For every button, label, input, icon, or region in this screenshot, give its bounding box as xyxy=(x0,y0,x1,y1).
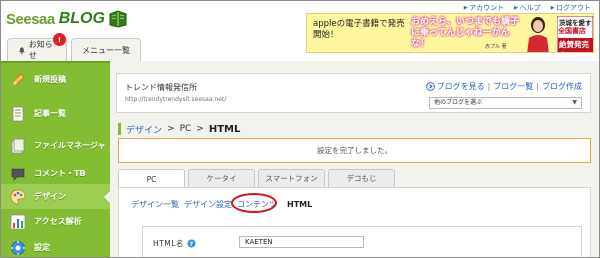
sidebar-item-posts[interactable]: 記事一覧 xyxy=(1,101,110,126)
book-icon xyxy=(109,10,127,28)
main-content: トレンド情報発信所 http://trendytrendysit.seesaa.… xyxy=(110,61,599,257)
sidebar-item-new-post[interactable]: 新規投稿 xyxy=(1,67,110,92)
tab-mobile[interactable]: ケータイ xyxy=(188,169,255,187)
logout-link[interactable]: ログアウト xyxy=(551,3,591,13)
design-subnav: デザイン一覧 デザイン設定 コンテンツ HTML xyxy=(131,193,317,213)
blog-url: http://trendytrendysit.seesaa.net/ xyxy=(125,96,227,103)
sidebar-item-label: デザイン xyxy=(34,192,66,201)
ad-badge-line3: 絶賛発売中 xyxy=(558,38,593,52)
breadcrumb-separator: > xyxy=(196,124,204,134)
sidebar-item-settings[interactable]: 設定 xyxy=(1,235,110,257)
tab-notices-label: お知らせ xyxy=(28,40,53,60)
tab-menu-list[interactable]: メニュー一覧 xyxy=(71,38,141,61)
subnav-current-html: HTML xyxy=(287,200,313,209)
html-name-row: HTML名 ? xyxy=(142,226,582,257)
logo-seesaa-text: Seesaa xyxy=(6,11,55,28)
sidebar-item-file-manager[interactable]: ファイルマネージャ xyxy=(1,133,110,158)
breadcrumb-design-link[interactable]: デザイン xyxy=(126,123,162,136)
seesaa-blog-logo[interactable]: Seesaa BLOG xyxy=(6,6,128,28)
design-list-link[interactable]: デザイン一覧 xyxy=(131,199,179,210)
bell-icon xyxy=(19,46,25,54)
view-blog-icon xyxy=(425,82,435,91)
ad-person-image xyxy=(527,17,549,52)
breadcrumb-separator: > xyxy=(167,124,175,134)
sidebar: 新規投稿 記事一覧 ファイルマネージャ コメント・TB デザイン アクセス解析 … xyxy=(1,61,110,257)
sidebar-item-label: ファイルマネージャ xyxy=(34,141,106,150)
screen: Seesaa BLOG アカウント ヘルプ ログアウト お知らせ ! xyxy=(0,0,600,258)
html-name-label-text: HTML名 xyxy=(153,239,184,248)
sidebar-item-label: コメント・TB xyxy=(34,169,86,178)
sidebar-item-label: 記事一覧 xyxy=(34,109,66,118)
help-icon[interactable]: ? xyxy=(187,239,196,248)
blog-list-link[interactable]: ブログ一覧 xyxy=(493,81,533,92)
success-message: 設定を完了しました。 xyxy=(118,138,591,163)
blog-links: ブログを見る | ブログ一覧 | ブログ作成 xyxy=(425,81,582,92)
sidebar-item-label: 新規投稿 xyxy=(34,75,66,84)
svg-text:?: ? xyxy=(189,241,193,248)
ad-badge-line2: 全国書店 xyxy=(558,27,586,35)
sidebar-item-design[interactable]: デザイン xyxy=(1,184,110,209)
document-list-icon xyxy=(12,106,24,121)
view-blog-link[interactable]: ブログを見る xyxy=(437,81,485,92)
header: Seesaa BLOG アカウント ヘルプ ログアウト お知らせ ! xyxy=(1,1,599,61)
logo-blog-text: BLOG xyxy=(58,10,105,27)
account-link[interactable]: アカウント xyxy=(464,3,504,13)
blog-info-box: トレンド情報発信所 http://trendytrendysit.seesaa.… xyxy=(116,73,591,113)
sidebar-item-label: 設定 xyxy=(34,243,50,252)
other-blog-select-value: 他のブログを選ぶ xyxy=(434,99,483,106)
ad-author: 赤プル 著 xyxy=(485,44,507,50)
notice-badge: ! xyxy=(53,33,66,46)
create-blog-link[interactable]: ブログ作成 xyxy=(542,81,582,92)
pencil-icon xyxy=(12,72,25,86)
design-panel: デザイン一覧 デザイン設定 コンテンツ HTML HTML名 ? xyxy=(118,187,591,257)
top-links: アカウント ヘルプ ログアウト xyxy=(464,3,591,13)
sidebar-item-comments[interactable]: コメント・TB xyxy=(1,161,110,186)
breadcrumb-pc: PC xyxy=(179,124,192,134)
dropdown-arrow-icon: ▼ xyxy=(572,99,577,106)
html-name-input[interactable] xyxy=(239,236,364,248)
content-tabs: PC ケータイ スマートフォン デコもじ xyxy=(118,169,395,188)
tab-pc[interactable]: PC xyxy=(118,169,185,188)
breadcrumb: デザイン > PC > HTML xyxy=(118,122,240,136)
design-settings-link[interactable]: デザイン設定 xyxy=(184,199,232,210)
ad-text: appleの電子書籍で発売開始！ xyxy=(313,19,405,40)
separator: | xyxy=(536,82,539,91)
sidebar-item-analytics[interactable]: アクセス解析 xyxy=(1,209,110,234)
tab-smartphone[interactable]: スマートフォン xyxy=(258,169,325,187)
ad-banner[interactable]: appleの電子書籍で発売開始！ おめえら、いつまでも調子に乗ってんじゃねーかん… xyxy=(306,13,594,53)
tab-notices[interactable]: お知らせ ! xyxy=(7,33,67,61)
html-name-label: HTML名 ? xyxy=(153,238,196,249)
breadcrumb-accent xyxy=(118,123,121,135)
comment-icon xyxy=(11,168,25,181)
success-message-text: 設定を完了しました。 xyxy=(317,146,392,155)
file-manager-icon xyxy=(11,138,25,153)
help-link[interactable]: ヘルプ xyxy=(514,3,541,13)
contents-link[interactable]: コンテンツ xyxy=(231,193,282,213)
separator: | xyxy=(487,82,491,91)
page-title: HTML xyxy=(208,123,241,135)
tab-menu-label: メニュー一覧 xyxy=(82,45,130,55)
blog-title: トレンド情報発信所 xyxy=(125,83,197,92)
palette-icon xyxy=(10,189,26,204)
tab-decomoji[interactable]: デコもじ xyxy=(328,169,395,187)
other-blog-select[interactable]: 他のブログを選ぶ ▼ xyxy=(429,97,582,109)
sidebar-item-label: アクセス解析 xyxy=(34,217,82,226)
bar-chart-icon xyxy=(10,214,26,229)
gear-icon xyxy=(11,240,25,255)
highlight-circle xyxy=(231,193,277,213)
header-tabs: お知らせ ! メニュー一覧 xyxy=(7,33,141,61)
